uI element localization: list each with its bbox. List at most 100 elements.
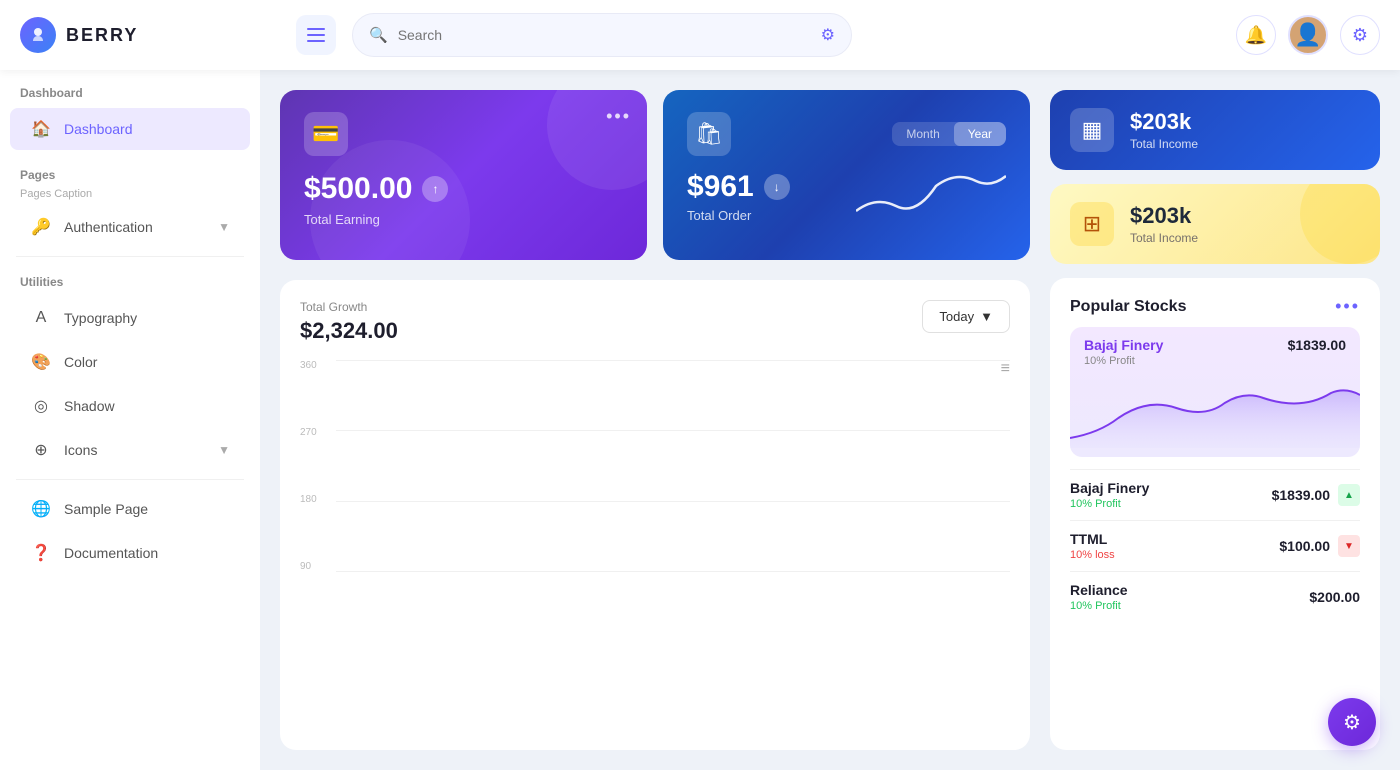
order-amount: $961 ↓ xyxy=(687,170,790,204)
income-yellow-text: $203k Total Income xyxy=(1130,203,1198,245)
sidebar-item-dashboard[interactable]: 🏠 Dashboard xyxy=(10,108,250,150)
popular-stocks-card: Popular Stocks ••• Bajaj Finery $1839.00… xyxy=(1050,278,1380,750)
y-axis-labels: 360 270 180 90 xyxy=(300,360,317,572)
chart-stock-name: Bajaj Finery xyxy=(1084,337,1163,353)
income-yellow-icon: ⊞ xyxy=(1070,202,1114,246)
stock-row-bajaj: Bajaj Finery 10% Profit $1839.00 ▲ xyxy=(1070,469,1360,520)
tab-month-button[interactable]: Month xyxy=(892,122,953,146)
stock-ttml-down-icon: ▼ xyxy=(1338,535,1360,557)
growth-title: Total Growth xyxy=(300,300,398,314)
income-card-yellow: ⊞ $203k Total Income xyxy=(1050,184,1380,264)
stock-bajaj-price: $1839.00 xyxy=(1272,487,1330,503)
growth-info: Total Growth $2,324.00 xyxy=(300,300,398,344)
sidebar-item-sample-page[interactable]: 🌐 Sample Page xyxy=(10,488,250,530)
order-sparkline xyxy=(856,166,1006,226)
sidebar-item-color[interactable]: 🎨 Color xyxy=(10,341,250,383)
dropdown-arrow-icon: ▼ xyxy=(980,309,993,324)
chart-area: ≡ 360 270 180 90 xyxy=(300,360,1010,600)
notification-button[interactable]: 🔔 xyxy=(1236,15,1276,55)
stocks-chart-header: Bajaj Finery $1839.00 xyxy=(1070,327,1360,353)
income-yellow-amount: $203k xyxy=(1130,203,1198,229)
sidebar-item-icons[interactable]: ⊕ Icons ▼ xyxy=(10,429,250,471)
income-blue-text: $203k Total Income xyxy=(1130,109,1198,151)
stocks-title: Popular Stocks xyxy=(1070,298,1186,316)
settings-button[interactable]: ⚙ xyxy=(1340,15,1380,55)
avatar[interactable]: 👤 xyxy=(1288,15,1328,55)
stock-row-ttml: TTML 10% loss $100.00 ▼ xyxy=(1070,520,1360,571)
stock-bajaj-name: Bajaj Finery xyxy=(1070,480,1149,496)
search-input[interactable] xyxy=(398,27,811,43)
logo-text: BERRY xyxy=(66,25,138,46)
income-blue-icon: ▦ xyxy=(1070,108,1114,152)
total-earning-card: 💳 $500.00 ↑ Total Earning ••• xyxy=(280,90,647,260)
growth-header: Total Growth $2,324.00 Today ▼ xyxy=(300,300,1010,344)
tab-year-button[interactable]: Year xyxy=(954,122,1006,146)
total-order-card: 🛍 Month Year $961 ↓ Total Order xyxy=(663,90,1030,260)
growth-chart-card: Total Growth $2,324.00 Today ▼ ≡ 360 xyxy=(280,280,1030,750)
stock-reliance-name: Reliance xyxy=(1070,582,1128,598)
stock-bajaj-right: $1839.00 ▲ xyxy=(1272,484,1360,506)
documentation-icon: ❓ xyxy=(30,542,52,564)
stocks-list: Bajaj Finery 10% Profit $1839.00 ▲ TTML … xyxy=(1070,469,1360,622)
stock-ttml-price: $100.00 xyxy=(1279,538,1330,554)
stock-ttml-info: TTML 10% loss xyxy=(1070,531,1115,561)
income-blue-label: Total Income xyxy=(1130,137,1198,151)
sidebar-item-shadow[interactable]: ◎ Shadow xyxy=(10,385,250,427)
pages-caption: Pages Caption xyxy=(0,186,260,204)
sidebar-item-documentation[interactable]: ❓ Documentation xyxy=(10,532,250,574)
sidebar-section-utilities: Utilities xyxy=(0,265,260,295)
income-blue-amount: $203k xyxy=(1130,109,1198,135)
order-left: $961 ↓ Total Order xyxy=(687,170,790,223)
color-icon: 🎨 xyxy=(30,351,52,373)
stock-bajaj-up-icon: ▲ xyxy=(1338,484,1360,506)
sidebar-item-typography[interactable]: A Typography xyxy=(10,297,250,339)
order-card-content: $961 ↓ Total Order xyxy=(687,166,1006,226)
authentication-icon: 🔑 xyxy=(30,216,52,238)
logo-area: BERRY xyxy=(20,17,280,53)
stock-ttml-right: $100.00 ▼ xyxy=(1279,535,1360,557)
fab-settings-button[interactable]: ⚙ xyxy=(1328,698,1376,746)
growth-amount: $2,324.00 xyxy=(300,318,398,344)
shadow-icon: ◎ xyxy=(30,395,52,417)
earning-card-icon: 💳 xyxy=(304,112,348,156)
order-down-arrow-icon: ↓ xyxy=(764,174,790,200)
sidebar-divider-1 xyxy=(16,256,244,257)
order-card-top: 🛍 Month Year xyxy=(687,112,1006,156)
income-yellow-label: Total Income xyxy=(1130,231,1198,245)
search-icon: 🔍 xyxy=(369,26,388,44)
earning-card-menu-icon[interactable]: ••• xyxy=(606,106,631,127)
order-card-icon: 🛍 xyxy=(687,112,731,156)
chart-stock-price: $1839.00 xyxy=(1288,337,1346,353)
stock-reliance-right: $200.00 xyxy=(1309,589,1360,605)
stock-reliance-sub: 10% Profit xyxy=(1070,600,1128,612)
stock-ttml-sub: 10% loss xyxy=(1070,549,1115,561)
top-cards-row: 💳 $500.00 ↑ Total Earning ••• 🛍 Month Ye xyxy=(280,90,1030,260)
sidebar-section-pages: Pages xyxy=(0,152,260,186)
main-content: 💳 $500.00 ↑ Total Earning ••• 🛍 Month Ye xyxy=(260,70,1400,770)
authentication-chevron-icon: ▼ xyxy=(218,220,230,234)
stock-row-reliance: Reliance 10% Profit $200.00 xyxy=(1070,571,1360,622)
stock-bajaj-info: Bajaj Finery 10% Profit xyxy=(1070,480,1149,510)
typography-icon: A xyxy=(30,307,52,329)
yellow-card-deco xyxy=(1300,184,1380,264)
card-bg-circle-2 xyxy=(310,140,470,260)
sidebar-divider-2 xyxy=(16,479,244,480)
filter-icon[interactable]: ⚙ xyxy=(821,25,835,45)
stocks-sparkline-chart xyxy=(1070,373,1360,448)
tab-switcher: Month Year xyxy=(892,122,1006,146)
stocks-menu-icon[interactable]: ••• xyxy=(1335,296,1360,317)
stocks-header: Popular Stocks ••• xyxy=(1070,296,1360,317)
logo-icon xyxy=(20,17,56,53)
sidebar: Dashboard 🏠 Dashboard Pages Pages Captio… xyxy=(0,70,260,770)
sidebar-section-dashboard: Dashboard xyxy=(0,70,260,106)
sidebar-item-authentication[interactable]: 🔑 Authentication ▼ xyxy=(10,206,250,248)
sample-page-icon: 🌐 xyxy=(30,498,52,520)
chart-stock-sub: 10% Profit xyxy=(1070,353,1360,369)
stocks-chart-area: Bajaj Finery $1839.00 10% Profit xyxy=(1070,327,1360,457)
stock-reliance-info: Reliance 10% Profit xyxy=(1070,582,1128,612)
income-card-blue: ▦ $203k Total Income xyxy=(1050,90,1380,170)
search-bar: 🔍 ⚙ xyxy=(352,13,852,57)
menu-toggle-button[interactable] xyxy=(296,15,336,55)
order-label: Total Order xyxy=(687,208,790,223)
today-button[interactable]: Today ▼ xyxy=(922,300,1010,333)
